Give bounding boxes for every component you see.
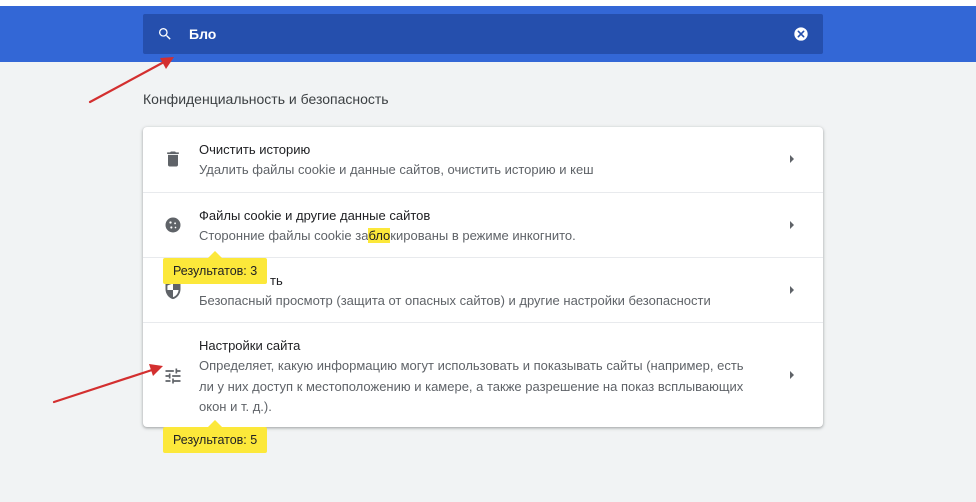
tune-icon bbox=[165, 368, 181, 384]
row-subtitle: Сторонние файлы cookie заблокированы в р… bbox=[199, 226, 759, 247]
search-input[interactable] bbox=[189, 14, 769, 54]
annotation-arrow-site-settings bbox=[52, 364, 163, 404]
clear-search-icon[interactable] bbox=[793, 26, 809, 42]
cookie-icon bbox=[165, 217, 181, 233]
chevron-right-icon bbox=[790, 155, 794, 163]
search-bar[interactable] bbox=[143, 14, 823, 54]
chevron-right-icon bbox=[790, 221, 794, 229]
row-site-settings[interactable]: Настройки сайта Определяет, какую информ… bbox=[143, 322, 823, 428]
results-bubble-cookies: Результатов: 3 bbox=[163, 251, 268, 284]
search-highlight: бло bbox=[368, 228, 391, 243]
row-subtitle: Безопасный просмотр (защита от опасных с… bbox=[199, 293, 711, 308]
row-clear-history[interactable]: Очистить историю Удалить файлы cookie и … bbox=[143, 127, 823, 192]
annotation-arrow-search bbox=[88, 57, 174, 104]
row-title: Файлы cookie и другие данные сайтов bbox=[199, 208, 431, 223]
subtitle-after: кированы в режиме инкогнито. bbox=[390, 228, 576, 243]
row-title: Очистить историю bbox=[199, 142, 311, 157]
row-subtitle: Удалить файлы cookie и данные сайтов, оч… bbox=[199, 162, 594, 177]
subtitle-before: Сторонние файлы cookie за bbox=[199, 228, 369, 243]
section-title: Конфиденциальность и безопасность bbox=[143, 91, 389, 107]
row-subtitle: Определяет, какую информацию могут испол… bbox=[199, 358, 744, 414]
row-title: Настройки сайта bbox=[199, 338, 301, 353]
row-cookies[interactable]: Файлы cookie и другие данные сайтов Стор… bbox=[143, 192, 823, 258]
chevron-right-icon bbox=[790, 286, 794, 294]
results-bubble-site-settings: Результатов: 5 bbox=[163, 420, 268, 453]
chevron-right-icon bbox=[790, 371, 794, 379]
row-title: ть bbox=[270, 273, 283, 288]
trash-icon bbox=[167, 151, 179, 167]
search-icon bbox=[159, 28, 171, 40]
